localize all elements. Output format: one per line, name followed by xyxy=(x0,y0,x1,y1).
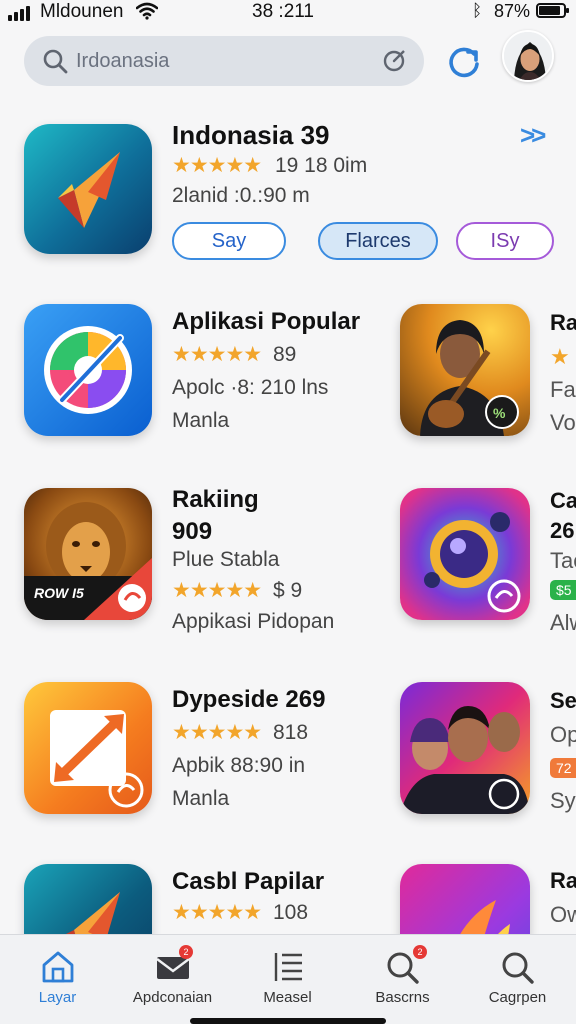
rating-text: 89 xyxy=(272,343,297,366)
lens-icon[interactable] xyxy=(382,48,408,74)
star-rating: ★★★★★ xyxy=(172,901,262,924)
peek-title: 26 xyxy=(550,518,575,543)
peek-title: Se xyxy=(550,688,576,713)
app-icon[interactable] xyxy=(24,304,152,436)
clock: 38 :211 xyxy=(252,1,314,22)
tab-apdconaian[interactable]: 2 Apdconaian xyxy=(115,935,230,1024)
peek-badge: $5 xyxy=(550,580,576,600)
featured-rating: ★★★★★ 19 18 0im xyxy=(172,153,367,178)
app-title[interactable]: Casbl Papilar xyxy=(172,868,324,896)
signal-icon xyxy=(8,6,30,21)
list-icon xyxy=(274,953,302,981)
battery-icon xyxy=(536,3,569,18)
notification-badge: 2 xyxy=(413,945,427,959)
status-bar: Mldounen 38 :211 ᛒ 87% xyxy=(0,0,576,26)
app-meta: Plue Stabla xyxy=(172,548,280,571)
star-rating: ★★★★★ xyxy=(172,154,262,177)
app-title[interactable]: Dypeside 269 xyxy=(172,686,325,714)
peek-badge: 72 xyxy=(550,758,576,778)
notification-badge: 2 xyxy=(179,945,193,959)
search-icon xyxy=(502,952,534,984)
chip-say[interactable]: Say xyxy=(172,222,286,260)
chip-flarces[interactable]: Flarces xyxy=(318,222,438,260)
app-title[interactable]: Rakiing xyxy=(172,486,259,514)
app-icon[interactable]: ROW I5 xyxy=(24,488,152,620)
app-icon[interactable] xyxy=(24,682,152,814)
featured-app-title[interactable]: Indonasia 39 xyxy=(172,120,330,151)
guitarist-thumbnail[interactable]: % xyxy=(400,304,530,436)
peek-title: Ra xyxy=(550,868,576,893)
app-rating: ★★★★★ 108 xyxy=(172,900,308,925)
tab-label: Measel xyxy=(263,989,312,1006)
see-more-button[interactable]: >> xyxy=(520,120,546,151)
app-title-line2: 909 xyxy=(172,518,213,545)
search-input[interactable] xyxy=(76,44,376,78)
app-category: Appikasi Pidopan xyxy=(172,610,335,633)
tab-label: Bascrns xyxy=(375,989,430,1006)
tab-label: Layar xyxy=(38,989,77,1006)
app-meta: Apolc ·8: 210 lns xyxy=(172,376,329,399)
svg-text:%: % xyxy=(493,405,506,421)
star-rating: ★★★★★ xyxy=(172,579,262,602)
app-rating: ★★★★★ 818 xyxy=(172,720,308,745)
home-indicator[interactable] xyxy=(190,1018,386,1024)
rating-text: 818 xyxy=(272,721,309,744)
refresh-icon[interactable] xyxy=(444,42,484,82)
featured-app-icon[interactable] xyxy=(24,124,152,254)
battery-percent: 87% xyxy=(494,1,531,21)
chip-isy[interactable]: ISy xyxy=(456,222,554,260)
bluetooth-icon: ᛒ xyxy=(472,1,483,20)
carrier-name: Mldounen xyxy=(40,1,124,22)
tab-bascrns[interactable]: 2 Bascrns xyxy=(345,935,460,1024)
app-meta: Apbik 88:90 in xyxy=(172,754,306,777)
featured-meta: 2lanid :0.:90 m xyxy=(172,184,310,207)
star-rating: ★★★★★ xyxy=(172,721,262,744)
peek-title: Ca xyxy=(550,488,576,513)
search-icon xyxy=(43,49,68,74)
tab-label: Apdconaian xyxy=(132,989,213,1006)
peek-line: Ow xyxy=(550,902,576,927)
search-bar[interactable] xyxy=(24,36,424,86)
svg-text:ROW I5: ROW I5 xyxy=(34,585,84,601)
tab-cagrpen[interactable]: Cagrpen xyxy=(460,935,575,1024)
app-rating: ★★★★★ $ 9 xyxy=(172,578,302,603)
app-category: Manla xyxy=(172,787,230,810)
app-rating: ★★★★★ 89 xyxy=(172,342,296,367)
band-thumbnail[interactable] xyxy=(400,682,530,814)
profile-avatar[interactable] xyxy=(502,30,554,82)
peek-stars: ★ xyxy=(550,344,570,369)
tab-layar[interactable]: Layar xyxy=(0,935,115,1024)
tab-bar: Layar 2 Apdconaian Measel 2 Bascrns Cagr… xyxy=(0,934,576,1024)
peek-line: Tac xyxy=(550,548,576,573)
wifi-icon xyxy=(136,2,158,20)
orb-thumbnail[interactable] xyxy=(400,488,530,620)
home-icon xyxy=(42,951,73,983)
tab-label: Cagrpen xyxy=(488,989,547,1006)
app-category: Manla xyxy=(172,409,230,432)
peek-line: Alw xyxy=(550,610,576,635)
peek-title: Ra xyxy=(550,310,576,335)
peek-line: Sy xyxy=(550,788,576,813)
peek-line: Far xyxy=(550,377,576,402)
rating-text: 19 18 0im xyxy=(274,154,368,177)
star-rating: ★★★★★ xyxy=(172,343,262,366)
peek-line: Vo xyxy=(550,410,576,435)
tab-measel[interactable]: Measel xyxy=(230,935,345,1024)
rating-text: 108 xyxy=(272,901,309,924)
peek-line: Op xyxy=(550,722,576,747)
app-title[interactable]: Aplikasi Popular xyxy=(172,308,360,336)
rating-text: $ 9 xyxy=(272,579,303,602)
